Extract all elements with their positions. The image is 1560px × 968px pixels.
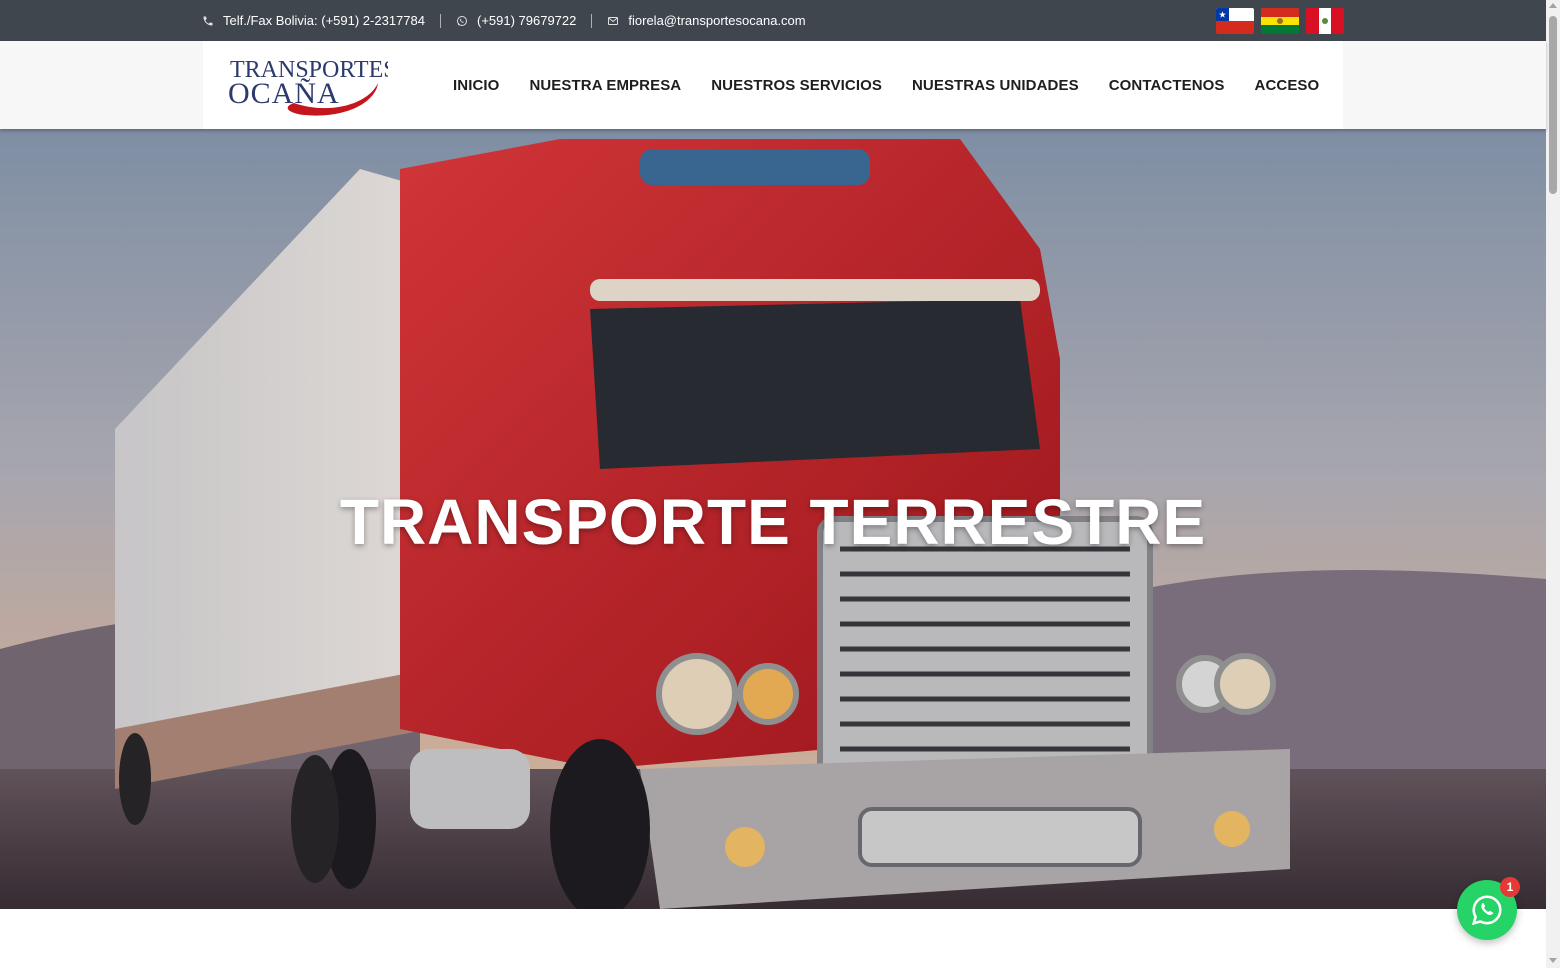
bolivia-flag-icon — [1261, 8, 1299, 34]
top-bar: Telf./Fax Bolivia: (+591) 2-2317784 (+59… — [0, 0, 1546, 41]
divider — [591, 13, 593, 28]
peru-flag-icon — [1306, 8, 1344, 34]
header-container: TRANSPORTES OCAÑA INICIO NUESTRA EMPRESA… — [203, 41, 1343, 129]
whatsapp-text: (+591) 79679722 — [476, 13, 577, 28]
nav-item-acceso[interactable]: ACCESO — [1255, 77, 1320, 94]
notification-badge: 1 — [1500, 877, 1520, 897]
phone-icon — [203, 16, 213, 25]
nav-item-contactenos[interactable]: CONTACTENOS — [1109, 77, 1225, 94]
phone-contact[interactable]: Telf./Fax Bolivia: (+591) 2-2317784 — [202, 13, 425, 28]
nav-item-nuestros-servicios[interactable]: NUESTROS SERVICIOS — [711, 77, 882, 94]
company-logo[interactable]: TRANSPORTES OCAÑA — [228, 53, 388, 119]
logo-line2: OCAÑA — [228, 77, 340, 110]
language-flags — [1216, 8, 1351, 34]
contact-info: Telf./Fax Bolivia: (+591) 2-2317784 (+59… — [202, 0, 806, 41]
nav-item-nuestra-empresa[interactable]: NUESTRA EMPRESA — [529, 77, 681, 94]
hero-title: TRANSPORTE TERRESTRE — [339, 486, 1207, 558]
main-nav: INICIO NUESTRA EMPRESA NUESTROS SERVICIO… — [438, 41, 1334, 129]
divider — [439, 13, 441, 28]
whatsapp-icon — [1471, 895, 1502, 926]
peru-flag[interactable] — [1306, 8, 1344, 34]
email-text: fiorela@transportesocana.com — [628, 13, 806, 28]
page-scrollbar[interactable] — [1546, 0, 1560, 968]
nav-item-nuestras-unidades[interactable]: NUESTRAS UNIDADES — [912, 77, 1079, 94]
site-header: TRANSPORTES OCAÑA INICIO NUESTRA EMPRESA… — [0, 41, 1546, 129]
nav-item-inicio[interactable]: INICIO — [453, 77, 499, 94]
whatsapp-contact[interactable]: (+591) 79679722 — [456, 13, 576, 28]
bolivia-flag[interactable] — [1261, 8, 1299, 34]
scroll-down-arrow-icon[interactable] — [1549, 958, 1557, 963]
scroll-thumb[interactable] — [1549, 16, 1557, 194]
logo-graphic: TRANSPORTES OCAÑA — [228, 57, 388, 116]
whatsapp-icon — [456, 15, 467, 26]
scroll-up-arrow-icon[interactable] — [1549, 3, 1557, 8]
hero-banner: TRANSPORTE TERRESTRE — [0, 129, 1546, 909]
envelope-icon — [608, 16, 619, 25]
chile-flag[interactable] — [1216, 8, 1254, 34]
phone-text: Telf./Fax Bolivia: (+591) 2-2317784 — [223, 13, 425, 28]
chile-flag-icon — [1216, 8, 1254, 34]
email-contact[interactable]: fiorela@transportesocana.com — [607, 13, 806, 28]
